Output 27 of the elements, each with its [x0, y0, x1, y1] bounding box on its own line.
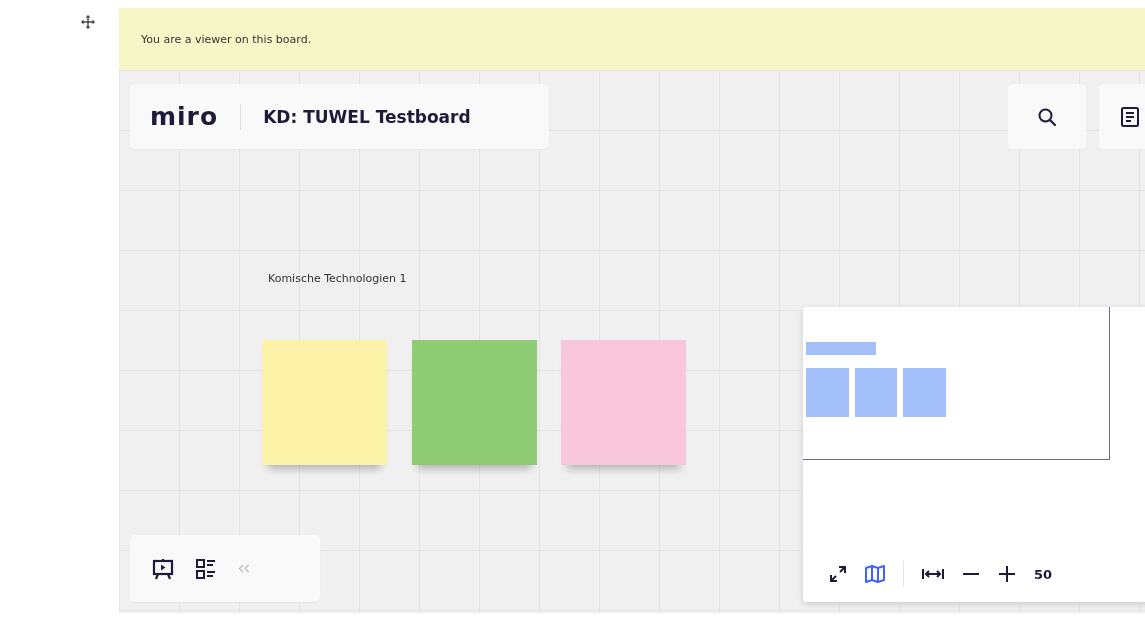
fullscreen-button[interactable] — [829, 565, 847, 583]
plus-icon — [998, 565, 1016, 583]
move-icon[interactable] — [80, 14, 96, 30]
fit-width-icon — [922, 567, 944, 581]
search-icon — [1037, 106, 1057, 127]
map-icon — [865, 565, 885, 583]
board-title[interactable]: KD: TUWEL Testboard — [263, 106, 471, 127]
presentation-icon — [152, 557, 174, 580]
fit-to-screen-button[interactable] — [922, 567, 944, 581]
presentation-button[interactable] — [152, 557, 174, 580]
minimap-note — [855, 368, 897, 417]
minimap-toggle[interactable] — [865, 565, 885, 583]
minimap-frame — [806, 342, 876, 355]
double-chevron-icon — [238, 564, 250, 573]
board-canvas[interactable]: You are a viewer on this board. miro KD: TUWEL Testboard Komische Technologien 1 50 — [119, 8, 1145, 613]
logo[interactable]: miro — [150, 102, 219, 131]
minimap-note — [806, 368, 849, 417]
minimap-note — [903, 368, 946, 417]
zoom-in-button[interactable] — [998, 565, 1016, 583]
banner-text: You are a viewer on this board. — [141, 32, 312, 46]
minus-icon — [962, 573, 980, 575]
expand-icon — [829, 565, 847, 583]
zoom-level[interactable]: 50 — [1034, 566, 1053, 582]
list-icon — [196, 558, 216, 579]
frame-label: Komische Technologien 1 — [268, 272, 407, 285]
outline-button[interactable] — [196, 558, 216, 579]
document-icon — [1121, 106, 1139, 127]
